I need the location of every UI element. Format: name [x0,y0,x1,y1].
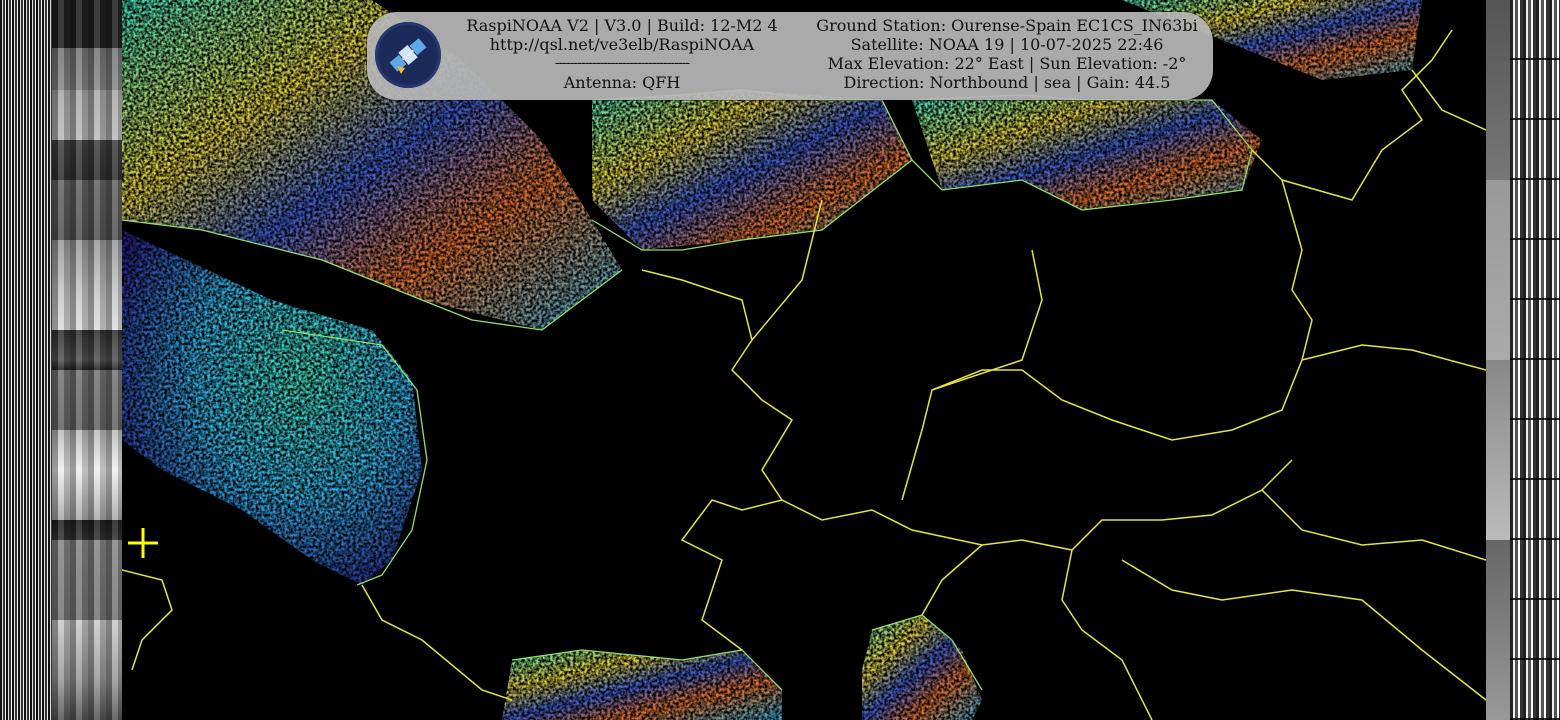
satellite-icon [375,22,441,88]
antenna-info: Antenna: QFH [563,73,681,92]
ground-station: Ground Station: Ourense-Spain EC1CS_IN63… [816,16,1198,35]
separator-line: ------------------------------------ [554,55,690,71]
banner-left-column: RaspiNOAA V2 | V3.0 | Build: 12-M2 4 htt… [457,16,787,92]
crosshair-marker-icon [128,528,158,558]
project-url: http://qsl.net/ve3elb/RaspiNOAA [489,35,755,54]
pass-info-banner: RaspiNOAA V2 | V3.0 | Build: 12-M2 4 htt… [367,12,1213,100]
map-svg [122,0,1486,720]
direction-info: Direction: Northbound | sea | Gain: 44.5 [843,73,1171,92]
sync-strip-right [1510,0,1560,720]
banner-right-column: Ground Station: Ourense-Spain EC1CS_IN63… [807,16,1207,92]
software-version: RaspiNOAA V2 | V3.0 | Build: 12-M2 4 [466,16,778,35]
sync-strip-left [0,0,52,720]
elevation-info: Max Elevation: 22° East | Sun Elevation:… [827,54,1187,73]
telemetry-strip-left [52,0,122,720]
telemetry-strip-right [1486,0,1510,720]
satellite-info: Satellite: NOAA 19 | 10-07-2025 22:46 [850,35,1164,54]
satellite-map-image [122,0,1486,720]
cloud-layer [122,0,1422,720]
